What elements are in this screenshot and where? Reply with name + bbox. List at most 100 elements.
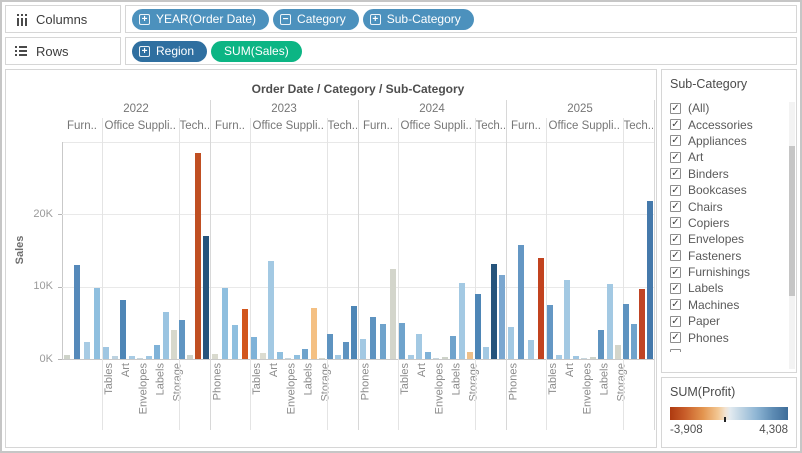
- bar-2022-storage[interactable]: [163, 312, 169, 359]
- filter-item-machines[interactable]: ✓Machines: [670, 297, 778, 313]
- checkbox-checked-icon[interactable]: ✓: [670, 267, 681, 278]
- pill-expand-icon[interactable]: +: [370, 14, 381, 25]
- pill-year-order-date-[interactable]: +YEAR(Order Date): [132, 9, 269, 30]
- bar-2024-envelopes[interactable]: [425, 352, 431, 359]
- bar-2022-accessories[interactable]: [179, 320, 185, 359]
- filter-item-paper[interactable]: ✓Paper: [670, 313, 778, 329]
- bar-2025-appliances[interactable]: [547, 305, 553, 359]
- filter-item-art[interactable]: ✓Art: [670, 149, 778, 165]
- bar-2022-supplies[interactable]: [171, 330, 177, 359]
- checkbox-checked-icon[interactable]: ✓: [670, 201, 681, 212]
- bar-2025-art[interactable]: [556, 355, 562, 359]
- bar-2024-machines[interactable]: [491, 264, 497, 359]
- bar-2023-binders[interactable]: [268, 261, 274, 359]
- bar-2022-tables[interactable]: [94, 288, 100, 359]
- bar-2022-appliances[interactable]: [103, 347, 109, 359]
- bar-2023-paper[interactable]: [302, 349, 308, 359]
- bar-2024-bookcases[interactable]: [360, 339, 366, 359]
- filter-item-accessories[interactable]: ✓Accessories: [670, 116, 778, 132]
- columns-pill-area[interactable]: +YEAR(Order Date)−Category+Sub-Category: [125, 5, 797, 33]
- bar-2025-furnishings[interactable]: [528, 340, 534, 359]
- filter-item-bookcases[interactable]: ✓Bookcases: [670, 182, 778, 198]
- checkbox-checked-icon[interactable]: ✓: [670, 332, 681, 343]
- bar-2023-labels[interactable]: [294, 355, 300, 359]
- bar-2024-accessories[interactable]: [475, 294, 481, 359]
- chart-pane[interactable]: 0K10K20KOrder Date / Category / Sub-Cate…: [5, 69, 657, 448]
- bar-2025-chairs[interactable]: [518, 245, 524, 359]
- bar-2025-phones[interactable]: [647, 201, 653, 359]
- bar-2023-appliances[interactable]: [251, 337, 257, 359]
- bar-2024-appliances[interactable]: [399, 323, 405, 359]
- checkbox-checked-icon[interactable]: ✓: [670, 168, 681, 179]
- bar-2022-furnishings[interactable]: [84, 342, 90, 359]
- bar-2025-tables[interactable]: [538, 258, 544, 359]
- bar-2022-envelopes[interactable]: [129, 356, 135, 359]
- bar-2022-labels[interactable]: [146, 356, 152, 359]
- checkbox-checked-icon[interactable]: ✓: [670, 119, 681, 130]
- checkbox-checked-icon[interactable]: ✓: [670, 283, 681, 294]
- bar-2022-binders[interactable]: [120, 300, 126, 359]
- bar-2022-fasteners[interactable]: [137, 358, 143, 359]
- bar-2022-machines[interactable]: [195, 153, 201, 359]
- bar-2025-machines[interactable]: [639, 289, 645, 359]
- pill-category[interactable]: −Category: [273, 9, 359, 30]
- pill-expand-icon[interactable]: +: [139, 46, 150, 57]
- bar-2025-supplies[interactable]: [615, 345, 621, 359]
- checkbox-checked-icon[interactable]: ✓: [670, 234, 681, 245]
- pill-expand-icon[interactable]: +: [139, 14, 150, 25]
- bar-2024-labels[interactable]: [442, 357, 448, 359]
- bar-2023-art[interactable]: [260, 353, 266, 359]
- rows-pill-area[interactable]: +RegionSUM(Sales): [125, 37, 797, 65]
- filter-item-copiers[interactable]: ✓Copiers: [670, 215, 778, 231]
- bar-2023-bookcases[interactable]: [212, 354, 218, 359]
- bar-2024-chairs[interactable]: [370, 317, 376, 359]
- bar-2024-storage[interactable]: [459, 283, 465, 359]
- bar-2023-furnishings[interactable]: [232, 325, 238, 359]
- bar-2024-binders[interactable]: [416, 334, 422, 359]
- pill-sub-category[interactable]: +Sub-Category: [363, 9, 474, 30]
- bar-2024-phones[interactable]: [499, 275, 505, 359]
- bar-2023-envelopes[interactable]: [277, 352, 283, 359]
- bar-2024-art[interactable]: [408, 355, 414, 359]
- filter-item-furnishings[interactable]: ✓Furnishings: [670, 264, 778, 280]
- bar-2022-paper[interactable]: [154, 345, 160, 359]
- bar-2025-copiers[interactable]: [631, 324, 637, 359]
- pill-region[interactable]: +Region: [132, 41, 207, 62]
- checkbox-checked-icon[interactable]: ✓: [670, 250, 681, 261]
- filter-item-labels[interactable]: ✓Labels: [670, 280, 778, 296]
- filter-item-binders[interactable]: ✓Binders: [670, 166, 778, 182]
- pill-sum-sales-[interactable]: SUM(Sales): [211, 41, 302, 62]
- bar-2023-tables[interactable]: [242, 309, 248, 359]
- checkbox-checked-icon[interactable]: ✓: [670, 152, 681, 163]
- filter-item--all-[interactable]: ✓(All): [670, 100, 778, 116]
- checkbox-checked-icon[interactable]: ✓: [670, 135, 681, 146]
- bar-2022-chairs[interactable]: [74, 265, 80, 359]
- bar-2023-phones[interactable]: [351, 306, 357, 359]
- filter-item-partial[interactable]: [670, 346, 778, 352]
- checkbox-checked-icon[interactable]: ✓: [670, 217, 681, 228]
- bar-2024-copiers[interactable]: [483, 347, 489, 359]
- bar-2024-furnishings[interactable]: [380, 324, 386, 359]
- filter-scrollbar-thumb[interactable]: [789, 146, 795, 296]
- bar-2022-art[interactable]: [112, 356, 118, 359]
- checkbox-checked-icon[interactable]: ✓: [670, 185, 681, 196]
- bar-2024-tables[interactable]: [390, 269, 396, 359]
- bar-2025-binders[interactable]: [564, 280, 570, 359]
- filter-item-appliances[interactable]: ✓Appliances: [670, 133, 778, 149]
- pill-expand-icon[interactable]: −: [280, 14, 291, 25]
- bar-2023-supplies[interactable]: [319, 358, 325, 359]
- bar-2024-paper[interactable]: [450, 336, 456, 359]
- bar-2025-labels[interactable]: [590, 357, 596, 359]
- bar-2025-fasteners[interactable]: [581, 358, 587, 359]
- filter-scrollbar[interactable]: [789, 102, 795, 369]
- bar-2023-copiers[interactable]: [335, 355, 341, 359]
- filter-item-chairs[interactable]: ✓Chairs: [670, 198, 778, 214]
- checkbox-partial-icon[interactable]: [670, 349, 681, 352]
- bar-2025-accessories[interactable]: [623, 304, 629, 359]
- bar-2022-bookcases[interactable]: [64, 355, 70, 359]
- bar-2025-envelopes[interactable]: [573, 356, 579, 359]
- bar-2024-fasteners[interactable]: [433, 358, 439, 359]
- filter-item-envelopes[interactable]: ✓Envelopes: [670, 231, 778, 247]
- bar-2025-bookcases[interactable]: [508, 327, 514, 359]
- checkbox-checked-icon[interactable]: ✓: [670, 316, 681, 327]
